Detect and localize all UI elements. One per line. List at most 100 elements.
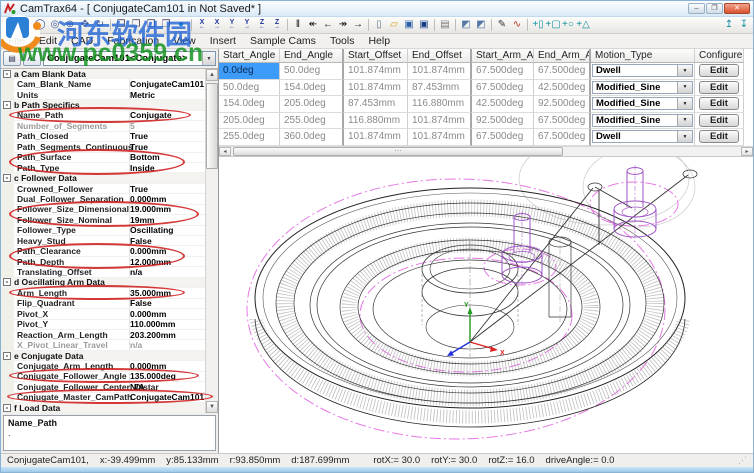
table-cell[interactable]: 0.0deg [219, 63, 280, 80]
chevron-down-icon[interactable]: ▼ [677, 98, 692, 109]
column-header[interactable]: End_Offset [408, 49, 472, 63]
next-segment-icon[interactable]: ↠ [336, 18, 350, 32]
property-row[interactable]: Cam_Blank_NameConjugateCam101 [1, 79, 205, 89]
property-row[interactable]: Follower_TypeOscillating [1, 226, 205, 236]
edit-button[interactable]: Edit [699, 114, 739, 127]
scroll-right-icon[interactable]: ▸ [741, 147, 753, 156]
property-row[interactable]: Conjugate_Master_CamPathConjugateCam101 … [1, 393, 205, 403]
open-file-icon[interactable]: ▱ [387, 18, 401, 32]
collapse-icon[interactable]: - [3, 352, 11, 360]
press-part-f-icon[interactable]: ◩ [474, 18, 488, 32]
menu-insert[interactable]: Insert [203, 34, 243, 48]
add-cylinder-cam-icon[interactable]: +▯ [531, 18, 545, 32]
property-row[interactable]: Dual_Follower_Separation0.000mm [1, 194, 205, 204]
categorized-view-button[interactable]: ▤ [3, 51, 21, 66]
close-button[interactable]: ✕ [724, 3, 750, 14]
column-header[interactable]: Start_Angle [219, 49, 280, 63]
table-cell[interactable]: 67.500deg [534, 63, 591, 80]
table-cell[interactable]: 42.500deg [472, 96, 534, 113]
column-header[interactable]: Start_Arm_Angle [472, 49, 534, 63]
table-cell[interactable]: 255.0deg [219, 129, 280, 146]
property-row[interactable]: Pivot_Y110.000mm [1, 320, 205, 330]
table-cell[interactable]: 50.0deg [280, 63, 344, 80]
property-row[interactable]: Reaction_Arm_Length203.200mm [1, 330, 205, 340]
scroll-left-icon[interactable]: ◂ [219, 147, 231, 156]
collapse-icon[interactable]: - [3, 174, 11, 182]
chevron-down-icon[interactable]: ▼ [677, 115, 692, 126]
view-z-pos-icon[interactable]: Z→ [270, 18, 284, 32]
cam-3d-viewport[interactable]: Y X [219, 157, 753, 454]
pen-icon[interactable]: ✎ [495, 18, 509, 32]
table-cell[interactable]: 116.880mm [344, 113, 408, 130]
alphabetical-view-button[interactable]: A↓ [23, 51, 41, 66]
add-barrel-cam-icon[interactable]: +△ [576, 18, 590, 32]
table-cell[interactable]: 67.500deg [472, 80, 534, 97]
motion-type-dropdown[interactable]: Modified_Sine▼ [592, 97, 693, 110]
table-cell[interactable]: 101.874mm [344, 129, 408, 146]
category-row[interactable]: -b Path Specifics [1, 100, 205, 110]
property-row[interactable]: Number_of_Segments5 [1, 121, 205, 131]
edit-button[interactable]: Edit [699, 97, 739, 110]
menu-cad[interactable]: CAD [64, 34, 100, 48]
save-all-icon[interactable]: ▣ [417, 18, 431, 32]
column-header[interactable]: Configure [695, 49, 744, 63]
menu-file[interactable]: File [1, 34, 32, 48]
view-cube-icon[interactable]: ❐ [159, 18, 173, 32]
view-x-pos-icon[interactable]: X→ [210, 18, 224, 32]
category-row[interactable]: -a Cam Blank Data [1, 69, 205, 79]
menu-view[interactable]: View [166, 34, 203, 48]
menu-edit[interactable]: Edit [32, 34, 64, 48]
property-row[interactable]: Arm_Length35.000mm [1, 288, 205, 298]
table-cell[interactable]: 92.500deg [472, 113, 534, 130]
table-cell[interactable]: 116.880mm [408, 96, 472, 113]
move-tool-icon[interactable]: ✥ [78, 18, 92, 32]
property-row[interactable]: Follower_Size_Dimensional19.000mm [1, 205, 205, 215]
new-file-icon[interactable]: ▯ [372, 18, 386, 32]
scrollbar-track[interactable]: ⋯ [231, 147, 741, 156]
edit-button[interactable]: Edit [699, 64, 739, 77]
table-cell[interactable]: 154.0deg [280, 80, 344, 97]
table-cell[interactable]: 67.500deg [534, 129, 591, 146]
property-row[interactable]: Path_SurfaceBottom [1, 153, 205, 163]
chevron-down-icon[interactable]: ▼ [677, 65, 692, 76]
property-row[interactable]: Path_TypeInside [1, 163, 205, 173]
property-row[interactable]: Path_Clearance0.000mm [1, 246, 205, 256]
category-row[interactable]: -d Oscillating Arm Data [1, 278, 205, 288]
collapse-icon[interactable]: - [3, 101, 11, 109]
first-segment-icon[interactable]: ↞ [306, 18, 320, 32]
view-y-pos-icon[interactable]: Y→ [240, 18, 254, 32]
add-disk-cam-icon[interactable]: +○ [561, 18, 575, 32]
property-row[interactable]: UnitsMetric [1, 90, 205, 100]
view-dimetric-icon[interactable]: ❐ [129, 18, 143, 32]
profile-curves-icon[interactable]: ∿ [510, 18, 524, 32]
table-cell[interactable]: 50.0deg [219, 80, 280, 97]
add-linear-cam-icon[interactable]: +▢ [546, 18, 560, 32]
table-cell[interactable]: 42.500deg [534, 80, 591, 97]
table-cell[interactable]: 67.500deg [472, 129, 534, 146]
table-cell[interactable]: 154.0deg [219, 96, 280, 113]
export-geometry-icon[interactable]: ↧ [737, 18, 751, 32]
menu-fabrication[interactable]: Fabrication [100, 34, 166, 48]
minimize-button[interactable]: – [688, 3, 705, 14]
column-header[interactable]: Motion_Type [591, 49, 695, 63]
scroll-up-icon[interactable]: ▲ [206, 69, 218, 81]
last-segment-icon[interactable]: → [351, 18, 365, 32]
center-point-icon[interactable]: ⊕ [63, 18, 77, 32]
property-row[interactable]: Heavy_StudFalse [1, 236, 205, 246]
maximize-button[interactable]: ❐ [706, 3, 723, 14]
chevron-down-icon[interactable]: ▼ [677, 131, 692, 142]
view-x-neg-icon[interactable]: X← [195, 18, 209, 32]
table-cell[interactable]: 101.874mm [408, 129, 472, 146]
pause-icon[interactable]: ‖ [291, 18, 305, 32]
property-row[interactable]: Conjugate_Follower_Center_DistarN/A [1, 382, 205, 392]
menu-sample-cams[interactable]: Sample Cams [243, 34, 323, 48]
collapse-icon[interactable]: - [3, 278, 11, 286]
motion-type-dropdown[interactable]: Dwell▼ [592, 130, 693, 143]
import-geometry-icon[interactable]: ↥ [722, 18, 736, 32]
table-cell[interactable]: 67.500deg [534, 113, 591, 130]
table-horizontal-scrollbar[interactable]: ◂ ⋯ ▸ [219, 146, 753, 157]
property-row[interactable]: Pivot_X0.000mm [1, 309, 205, 319]
table-cell[interactable]: 255.0deg [280, 113, 344, 130]
press-part-icon[interactable]: ◩ [459, 18, 473, 32]
property-row[interactable]: X_Pivot_Linear_Traveln/a [1, 340, 205, 350]
